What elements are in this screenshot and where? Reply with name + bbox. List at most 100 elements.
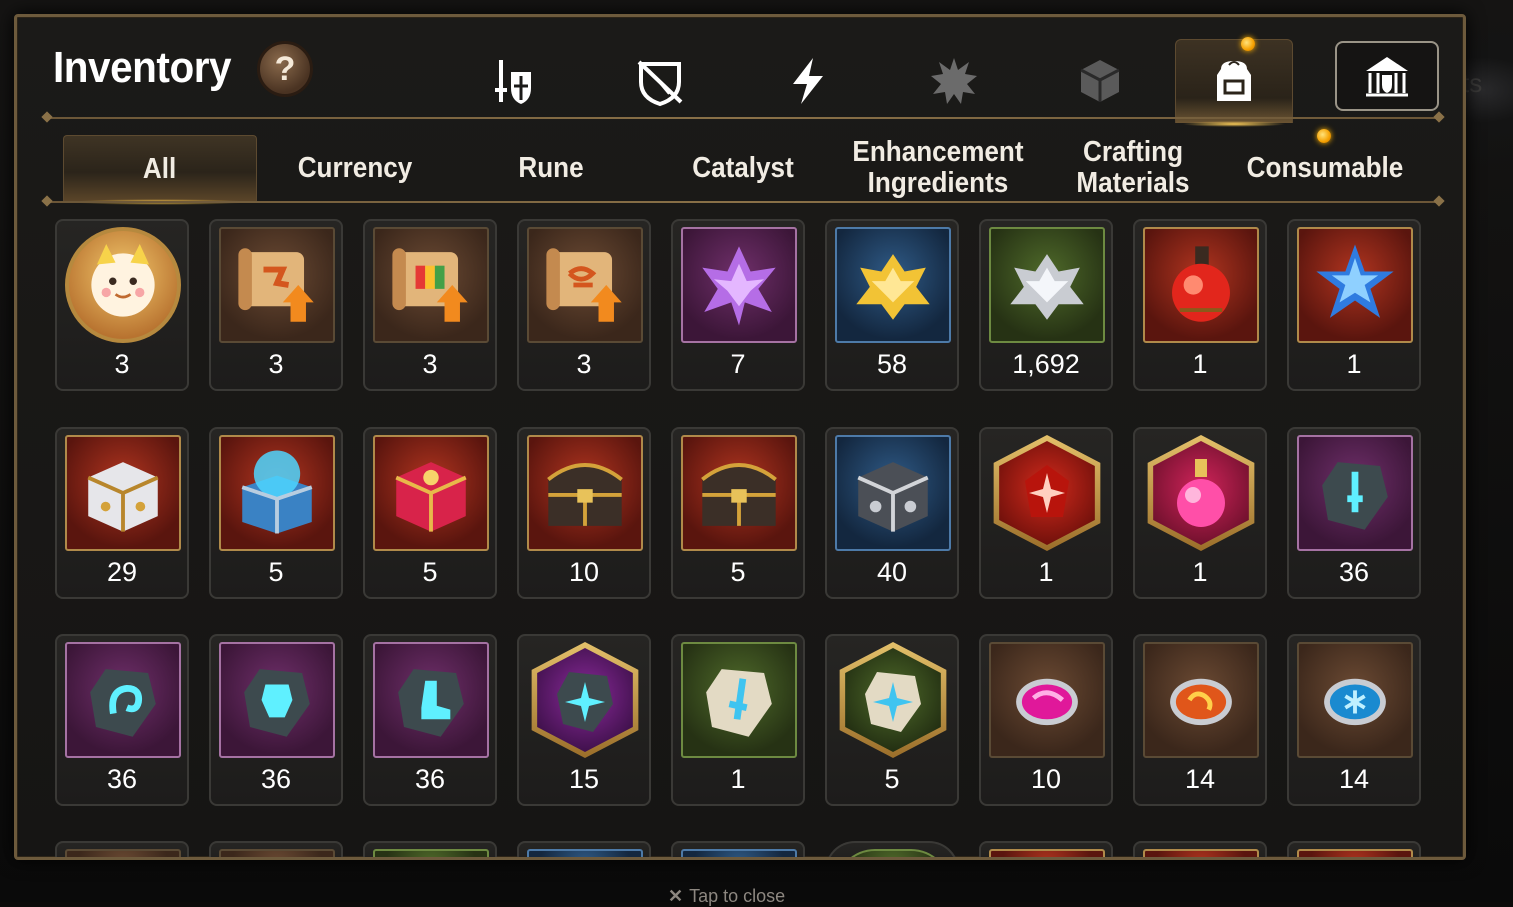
steel-chest-icon: [835, 435, 951, 551]
inventory-item-partial[interactable]: [209, 841, 343, 857]
inventory-item[interactable]: 3: [517, 219, 651, 391]
inventory-item[interactable]: 1: [1133, 427, 1267, 599]
subtab-crafting-materials[interactable]: Crafting Materials: [1054, 135, 1212, 201]
item-quantity: 1,692: [1012, 349, 1080, 379]
item-thumbnail: [219, 849, 335, 857]
subtab-divider: [47, 201, 1439, 203]
scroll-symbol-upgrade-icon: [527, 227, 643, 343]
help-button[interactable]: ?: [257, 41, 313, 97]
item-thumbnail: [835, 849, 951, 857]
inventory-item[interactable]: 36: [55, 634, 189, 806]
mascot-medal-icon: [65, 227, 181, 343]
scroll-rainbow-upgrade-icon: [373, 227, 489, 343]
pink-gem-icon: [989, 642, 1105, 758]
item-thumbnail: [1297, 849, 1413, 857]
gold-crystal-flower-icon: [835, 227, 951, 343]
inventory-item[interactable]: 7: [671, 219, 805, 391]
inventory-item-partial[interactable]: [671, 841, 805, 857]
item-thumbnail: [1143, 849, 1259, 857]
subtab-all[interactable]: All: [63, 135, 257, 205]
inventory-item-partial[interactable]: [363, 841, 497, 857]
inventory-item[interactable]: 36: [209, 634, 343, 806]
inventory-item[interactable]: 3: [55, 219, 189, 391]
inventory-item[interactable]: 1: [979, 427, 1113, 599]
tab-skills[interactable]: [749, 39, 867, 123]
inventory-item[interactable]: 15: [517, 634, 651, 806]
inventory-item[interactable]: 36: [1287, 427, 1421, 599]
subtab-consumable[interactable]: Consumable: [1235, 135, 1415, 201]
item-quantity: 1: [1192, 557, 1208, 587]
subtab-rune[interactable]: Rune: [470, 135, 632, 201]
page-title: Inventory: [53, 43, 232, 92]
star-potion-icon: [1297, 227, 1413, 343]
tab-equipment[interactable]: [455, 39, 573, 123]
item-quantity: 10: [1030, 764, 1062, 794]
inventory-item[interactable]: 1: [1133, 219, 1267, 391]
inventory-item[interactable]: 1: [671, 634, 805, 806]
inventory-item[interactable]: 5: [825, 634, 959, 806]
silver-crystal-flower-icon: [989, 227, 1105, 343]
purple-crystal-flower-icon: [681, 227, 797, 343]
inventory-item[interactable]: 10: [517, 427, 651, 599]
item-thumbnail: [989, 849, 1105, 857]
silver-chest-icon: [65, 435, 181, 551]
tap-to-close-hint[interactable]: ✕ Tap to close: [668, 886, 785, 907]
inventory-item[interactable]: 1,692: [979, 219, 1113, 391]
item-quantity: 1: [1346, 349, 1362, 379]
item-thumbnail: [65, 849, 181, 857]
red-star-stone-icon: [993, 435, 1101, 551]
scroll-fire-upgrade-icon: [219, 227, 335, 343]
item-quantity: 14: [1338, 764, 1370, 794]
inventory-item[interactable]: 10: [979, 634, 1113, 806]
notification-dot: [1317, 129, 1331, 143]
notification-dot: [1241, 37, 1255, 51]
inventory-item[interactable]: 29: [55, 427, 189, 599]
item-quantity: 7: [730, 349, 746, 379]
inventory-item-partial[interactable]: [979, 841, 1113, 857]
swirl-rune-stone-icon: [65, 642, 181, 758]
subtab-catalyst[interactable]: Catalyst: [662, 135, 824, 201]
inventory-item[interactable]: 5: [363, 427, 497, 599]
inventory-item[interactable]: 3: [363, 219, 497, 391]
inventory-panel: Inventory ? All Currency Rune Catalyst E…: [14, 14, 1466, 860]
sword-pale-stone-icon: [681, 642, 797, 758]
spiked-emblem-icon: [931, 58, 977, 104]
armor-rune-stone-icon: [219, 642, 335, 758]
broken-shield-icon: [637, 60, 683, 107]
star-pale-stone-icon: [839, 642, 947, 758]
subtab-enhancement-ingredients[interactable]: Enhancement Ingredients: [844, 135, 1033, 201]
item-quantity: 3: [422, 349, 438, 379]
inventory-item[interactable]: 40: [825, 427, 959, 599]
inventory-item[interactable]: 1: [1287, 219, 1421, 391]
inventory-item-partial[interactable]: [55, 841, 189, 857]
item-quantity: 1: [1038, 557, 1054, 587]
tab-broken-gear[interactable]: [601, 39, 719, 123]
item-thumbnail: [681, 849, 797, 857]
inventory-item[interactable]: 5: [209, 427, 343, 599]
item-quantity: 5: [730, 557, 746, 587]
tab-inventory[interactable]: [1175, 39, 1293, 127]
inventory-item[interactable]: 3: [209, 219, 343, 391]
item-quantity: 5: [422, 557, 438, 587]
frame-corner: [1449, 843, 1463, 857]
inventory-item-partial[interactable]: [1133, 841, 1267, 857]
inventory-item[interactable]: 58: [825, 219, 959, 391]
item-quantity: 15: [568, 764, 600, 794]
tab-guild[interactable]: [1335, 41, 1439, 111]
inventory-item-partial[interactable]: [517, 841, 651, 857]
subtab-currency[interactable]: Currency: [274, 135, 436, 201]
tab-emblem[interactable]: [895, 39, 1013, 123]
inventory-item[interactable]: 14: [1133, 634, 1267, 806]
item-quantity: 3: [114, 349, 130, 379]
sword-shield-icon: [495, 60, 531, 104]
inventory-item[interactable]: 5: [671, 427, 805, 599]
item-thumbnail: [373, 849, 489, 857]
item-quantity: 36: [260, 764, 292, 794]
inventory-item[interactable]: 14: [1287, 634, 1421, 806]
item-quantity: 1: [1192, 349, 1208, 379]
tab-materials[interactable]: [1041, 39, 1159, 123]
inventory-item-partial[interactable]: [1287, 841, 1421, 857]
inventory-item[interactable]: 36: [363, 634, 497, 806]
inventory-item-partial[interactable]: [825, 841, 959, 857]
item-quantity: 5: [268, 557, 284, 587]
